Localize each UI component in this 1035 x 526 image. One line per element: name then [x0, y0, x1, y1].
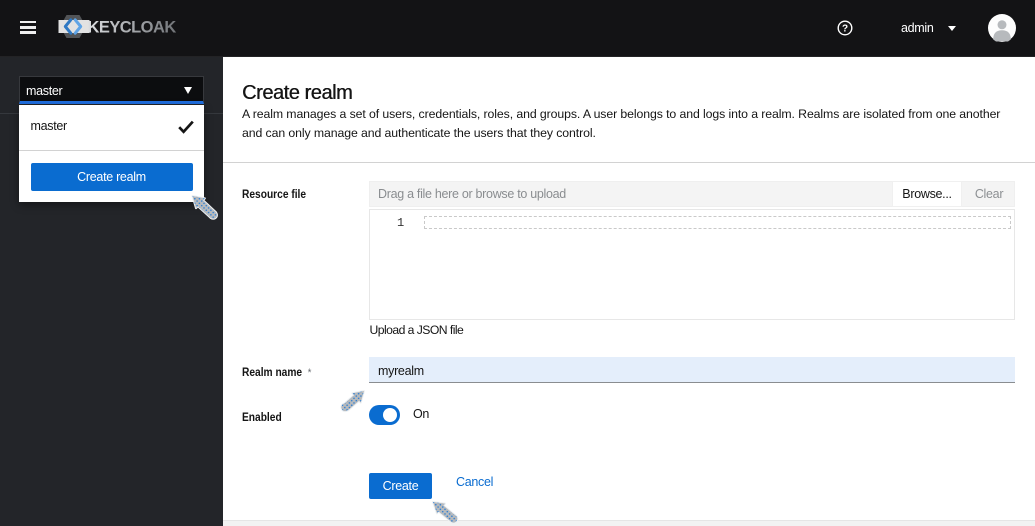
svg-text:?: ?	[842, 24, 848, 35]
svg-text:KEYCLOAK: KEYCLOAK	[88, 18, 177, 36]
